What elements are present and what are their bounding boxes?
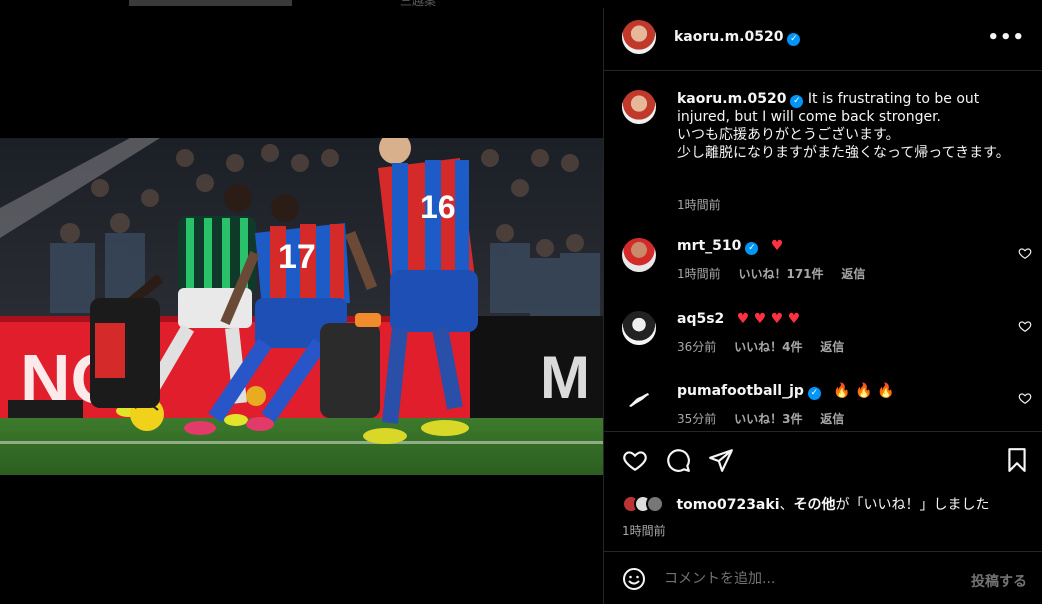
comment-icon[interactable] bbox=[665, 447, 691, 473]
previous-post-caption: 三越案 bbox=[400, 0, 437, 8]
post-header: kaoru.m.0520 ✓ ••• bbox=[604, 8, 1042, 71]
share-icon[interactable] bbox=[708, 447, 734, 473]
verified-icon: ✓ bbox=[790, 95, 804, 108]
likes-others-link[interactable]: その他 bbox=[794, 497, 836, 513]
comment-likes[interactable]: いいね！3件 bbox=[734, 412, 802, 426]
comment-meta: 1時間前 いいね！171件 返信 bbox=[677, 265, 879, 282]
emoji-icon[interactable] bbox=[622, 567, 646, 591]
caption-line-3: 少し離脱になりますがまた強くなって帰ってきます。 bbox=[677, 145, 1010, 161]
svg-text:M: M bbox=[540, 344, 590, 411]
bookmark-icon[interactable] bbox=[1004, 447, 1030, 473]
author-avatar[interactable] bbox=[622, 20, 656, 54]
likes-summary: tomo0723aki、その他が「いいね！」しました bbox=[622, 494, 990, 514]
commenter-username[interactable]: mrt_510 bbox=[677, 238, 741, 254]
commenter-avatar[interactable] bbox=[622, 238, 656, 272]
commenter-username[interactable]: pumafootball_jp bbox=[677, 383, 804, 399]
comment-time[interactable]: 35分前 bbox=[677, 412, 716, 426]
comment-text-row: aq5s2 ♥ ♥ ♥ ♥ bbox=[677, 311, 800, 327]
jersey-number-16: 16 bbox=[420, 189, 456, 225]
comment-item: aq5s2 ♥ ♥ ♥ ♥ 36分前 いいね！4件 返信 bbox=[622, 311, 1032, 361]
caption-timestamp[interactable]: 1時間前 bbox=[677, 196, 721, 213]
comment-reply-button[interactable]: 返信 bbox=[841, 267, 865, 281]
comment-text: 🔥 🔥 🔥 bbox=[833, 383, 895, 399]
comment-composer: 投稿する bbox=[604, 551, 1042, 604]
heart-icon[interactable] bbox=[1018, 391, 1032, 405]
post-actions: tomo0723aki、その他が「いいね！」しました 1時間前 bbox=[604, 431, 1042, 551]
football-match-image: NO M 17 16 bbox=[0, 138, 603, 475]
comment-item: pumafootball_jp ✓ 🔥 🔥 🔥 35分前 いいね！3件 返信 bbox=[622, 383, 1032, 433]
comment-time[interactable]: 36分前 bbox=[677, 340, 716, 354]
liker-username[interactable]: tomo0723aki bbox=[676, 497, 779, 513]
jersey-number-17: 17 bbox=[278, 238, 316, 276]
comment-input[interactable] bbox=[664, 566, 944, 592]
comment-text: ♥ bbox=[770, 238, 784, 254]
previous-post-thumbnail[interactable] bbox=[129, 0, 292, 6]
heart-icon[interactable] bbox=[1018, 319, 1032, 333]
more-icon[interactable]: ••• bbox=[987, 27, 1025, 48]
comment-meta: 36分前 いいね！4件 返信 bbox=[677, 338, 858, 355]
comment-meta: 35分前 いいね！3件 返信 bbox=[677, 410, 858, 427]
comment-text-row: pumafootball_jp ✓ 🔥 🔥 🔥 bbox=[677, 383, 895, 400]
heart-icon[interactable] bbox=[1018, 246, 1032, 260]
post-photo[interactable]: NO M 17 16 bbox=[0, 138, 603, 475]
post-detail-panel: kaoru.m.0520 ✓ ••• kaoru.m.0520 ✓ It is fr… bbox=[603, 8, 1042, 604]
verified-icon: ✓ bbox=[745, 242, 759, 255]
caption-author-avatar[interactable] bbox=[622, 90, 656, 124]
likes-text: tomo0723aki、その他が「いいね！」しました bbox=[676, 497, 990, 513]
puma-logo-icon bbox=[629, 393, 649, 407]
caption-author-username[interactable]: kaoru.m.0520 bbox=[677, 91, 786, 107]
post-timestamp[interactable]: 1時間前 bbox=[622, 522, 666, 539]
commenter-username[interactable]: aq5s2 bbox=[677, 311, 724, 327]
post-comment-button[interactable]: 投稿する bbox=[971, 571, 1027, 591]
comment-time[interactable]: 1時間前 bbox=[677, 267, 721, 281]
like-heart-icon[interactable] bbox=[622, 447, 648, 473]
author-username-text[interactable]: kaoru.m.0520 bbox=[674, 29, 783, 45]
caption-body: kaoru.m.0520 ✓ It is frustrating to be ou… bbox=[677, 90, 1017, 162]
author-username-header[interactable]: kaoru.m.0520 ✓ bbox=[674, 29, 801, 46]
liker-avatar[interactable] bbox=[646, 495, 664, 513]
comment-text-row: mrt_510 ✓ ♥ bbox=[677, 238, 783, 255]
media-area: 三越案 NO M 17 16 bbox=[0, 0, 603, 604]
comment-item: mrt_510 ✓ ♥ 1時間前 いいね！171件 返信 bbox=[622, 238, 1032, 288]
comment-likes[interactable]: いいね！171件 bbox=[738, 267, 823, 281]
commenter-avatar[interactable] bbox=[622, 311, 656, 345]
comment-text: ♥ ♥ ♥ ♥ bbox=[736, 311, 801, 327]
comment-reply-button[interactable]: 返信 bbox=[820, 412, 844, 426]
commenter-avatar[interactable] bbox=[622, 383, 656, 417]
comment-reply-button[interactable]: 返信 bbox=[820, 340, 844, 354]
caption-line-2: いつも応援ありがとうございます。 bbox=[677, 127, 900, 143]
verified-icon: ✓ bbox=[787, 33, 801, 46]
verified-icon: ✓ bbox=[807, 387, 821, 400]
comment-likes[interactable]: いいね！4件 bbox=[734, 340, 802, 354]
